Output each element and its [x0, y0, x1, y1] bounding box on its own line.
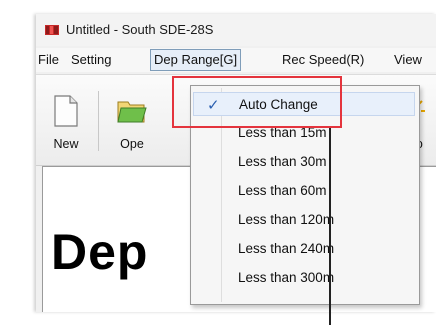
dropdown-item-60m[interactable]: Less than 60m — [193, 179, 415, 203]
menu-setting[interactable]: Setting — [71, 52, 111, 67]
dropdown-item-label: Less than 30m — [238, 154, 327, 169]
open-button[interactable]: Ope — [104, 91, 160, 157]
dropdown-item-120m[interactable]: Less than 120m — [193, 208, 415, 232]
annotation-callout-line — [329, 128, 331, 325]
app-logo-icon — [45, 25, 59, 35]
new-button[interactable]: New — [38, 91, 94, 157]
dropdown-item-label: Less than 240m — [238, 241, 335, 256]
new-button-label: New — [53, 137, 79, 151]
new-document-icon — [54, 95, 78, 127]
app-window: Untitled - South SDE-28S File Setting De… — [36, 14, 436, 312]
menu-bar: File Setting Dep Range[G] Rec Speed(R) V… — [36, 48, 436, 72]
dropdown-item-30m[interactable]: Less than 30m — [193, 150, 415, 174]
window-title: Untitled - South SDE-28S — [66, 22, 214, 37]
menu-view[interactable]: View — [394, 52, 422, 67]
dropdown-item-label: Less than 60m — [238, 183, 327, 198]
dropdown-item-300m[interactable]: Less than 300m — [193, 266, 415, 290]
toolbar-separator — [98, 91, 99, 151]
menu-dep-range[interactable]: Dep Range[G] — [150, 49, 242, 71]
open-folder-icon — [117, 101, 147, 123]
document-text-left: Dep — [51, 224, 149, 280]
annotation-highlight-box — [172, 76, 342, 128]
dropdown-item-label: Less than 300m — [238, 270, 335, 285]
menu-rec-speed[interactable]: Rec Speed(R) — [282, 52, 364, 67]
menu-file[interactable]: File — [38, 52, 59, 67]
dropdown-item-240m[interactable]: Less than 240m — [193, 237, 415, 261]
title-bar: Untitled - South SDE-28S — [36, 14, 436, 46]
dropdown-item-label: Less than 120m — [238, 212, 335, 227]
open-button-label: Ope — [120, 137, 144, 151]
